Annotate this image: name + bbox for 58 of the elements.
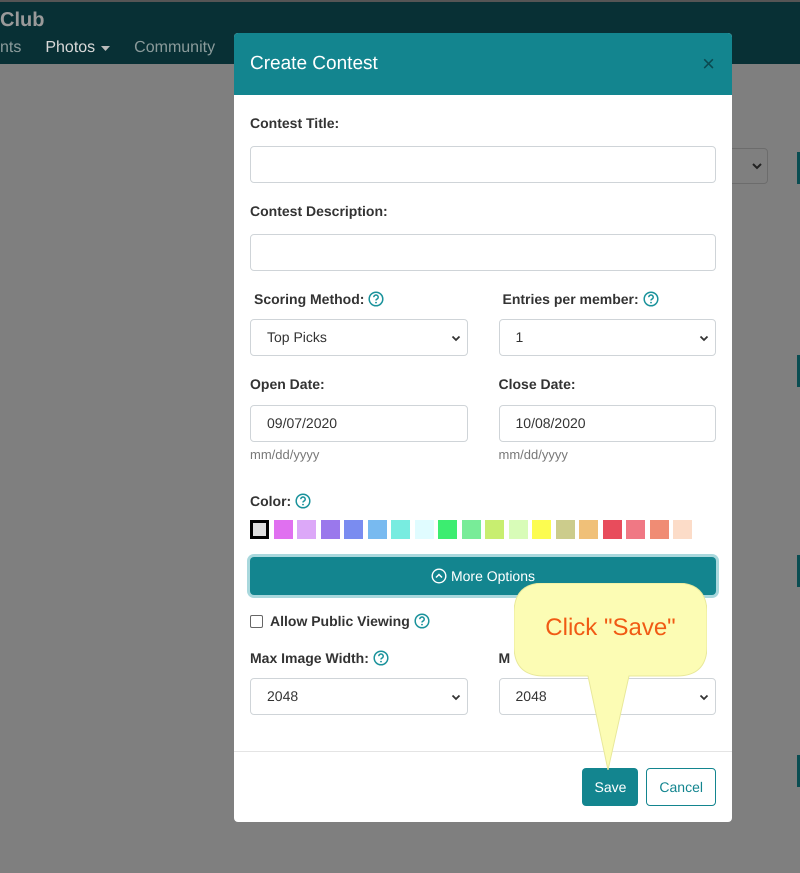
color-swatch[interactable] [320,520,340,539]
date-field[interactable]: 09/07/2020 [250,405,468,442]
date-format-hint: mm/dd/yyyy [250,446,320,464]
field-label: Open Date: [250,374,325,394]
date-format-hint: mm/dd/yyyy [498,446,568,464]
color-swatch[interactable] [250,520,269,539]
modal-title: Create Contest [250,52,378,76]
field-label: Contest Title: [250,114,340,132]
text-field[interactable] [250,146,716,183]
color-swatch[interactable] [650,520,668,539]
color-swatch[interactable] [602,520,622,539]
color-swatch[interactable] [368,520,386,539]
text-field[interactable] [250,234,716,271]
color-swatch[interactable] [626,520,645,539]
date-field[interactable]: 10/08/2020 [498,405,716,442]
select-field[interactable]: Top Picks [250,319,468,356]
field-label: Close Date: [498,374,576,394]
color-swatch[interactable] [274,520,292,539]
color-swatch[interactable] [391,520,410,539]
field-label: Max Image Width: [250,648,369,668]
checkbox-label: Allow Public Viewing [270,612,410,631]
color-swatch[interactable] [485,520,504,539]
color-swatch[interactable] [344,520,363,539]
side-bar [797,755,800,787]
color-swatch[interactable] [508,520,528,539]
color-swatch[interactable] [673,520,692,539]
callout-text: Click "Save" [544,613,677,643]
help-icon[interactable] [368,291,384,307]
checkbox[interactable] [250,614,263,628]
field-label: Contest Description: [250,202,388,221]
help-icon[interactable] [414,613,430,629]
side-bar [797,152,800,184]
color-swatch[interactable] [579,520,598,539]
select-field[interactable]: 1 [498,319,716,356]
field-label: Entries per member: [502,290,639,309]
field-label: M [498,648,510,668]
help-icon[interactable] [295,493,312,509]
color-swatch[interactable] [556,520,574,539]
side-bar [797,355,800,387]
field-label: Scoring Method: [254,290,364,309]
nav-link[interactable]: Community [134,36,216,60]
color-swatch[interactable] [297,520,316,539]
color-swatch[interactable] [438,520,457,539]
side-bar [797,555,800,587]
select-field[interactable]: 2048 [250,678,468,715]
color-swatch[interactable] [462,520,480,539]
color-swatch[interactable] [532,520,551,539]
nav-link[interactable]: Photos [45,36,110,60]
color-swatch[interactable] [414,520,434,539]
nav-link[interactable]: nts [0,36,22,60]
help-icon[interactable] [372,650,389,666]
save-button[interactable]: Save [582,768,638,806]
field-label: Color: [250,492,292,510]
cancel-button[interactable]: Cancel [646,768,716,806]
help-icon[interactable] [642,291,659,307]
caret-icon [101,46,110,50]
brand-name[interactable]: Club [0,8,44,32]
chevron-up-icon [430,568,447,584]
